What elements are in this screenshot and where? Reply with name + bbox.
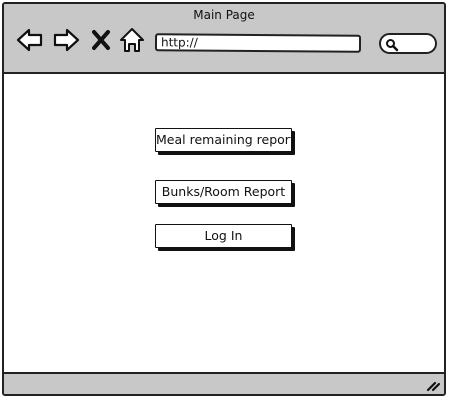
meal-remaining-report-button[interactable]: Meal remaining report	[155, 128, 295, 152]
forward-arrow-icon[interactable]	[52, 26, 80, 54]
bunks-room-report-button[interactable]: Bunks/Room Report	[155, 180, 292, 204]
search-field[interactable]	[379, 33, 437, 54]
browser-window: Main Page http:// Meal remaining report …	[2, 2, 446, 396]
home-icon[interactable]	[118, 26, 146, 54]
back-arrow-icon[interactable]	[16, 26, 44, 54]
log-in-button[interactable]: Log In	[155, 224, 292, 248]
close-icon[interactable]	[90, 26, 118, 54]
status-bar	[4, 372, 444, 394]
address-bar[interactable]: http://	[154, 33, 362, 53]
search-icon	[385, 37, 399, 52]
address-bar-text: http://	[160, 35, 198, 50]
window-title: Main Page	[193, 8, 255, 22]
browser-toolbar: Main Page http://	[4, 4, 444, 74]
page-content: Meal remaining report Bunks/Room Report …	[4, 74, 444, 372]
resize-grip-icon[interactable]	[425, 376, 441, 392]
